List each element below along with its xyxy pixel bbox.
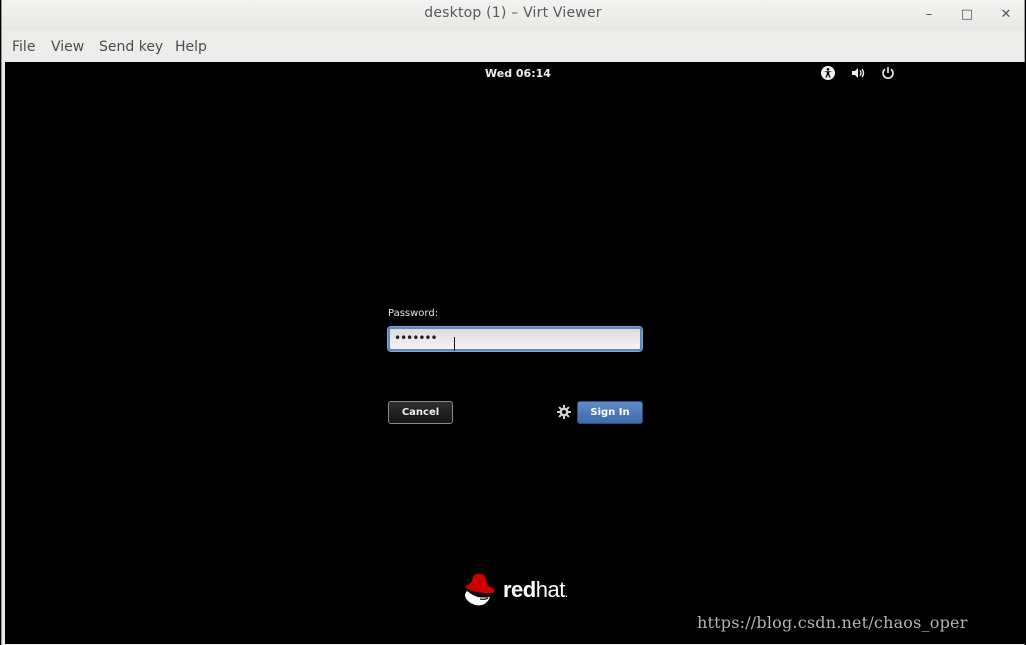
password-label: Password: bbox=[388, 308, 439, 319]
gear-icon[interactable] bbox=[556, 404, 572, 420]
maximize-button[interactable]: □ bbox=[957, 5, 977, 25]
menu-send-key[interactable]: Send key bbox=[99, 39, 163, 55]
redhat-logo: redhat. bbox=[460, 572, 600, 612]
menu-bar: File View Send key Help bbox=[2, 35, 1024, 61]
close-button[interactable]: ✕ bbox=[996, 5, 1016, 25]
shadowman-icon bbox=[465, 573, 495, 606]
watermark-url: https://blog.csdn.net/chaos_oper bbox=[697, 613, 968, 632]
cancel-button[interactable]: Cancel bbox=[388, 401, 453, 424]
accessibility-icon[interactable] bbox=[820, 65, 836, 81]
guest-display[interactable]: Wed 06:14 Password: ••••••• Cancel Sign … bbox=[5, 62, 1026, 644]
title-bar[interactable]: desktop (1) – Virt Viewer – □ ✕ bbox=[2, 0, 1024, 30]
minimize-button[interactable]: – bbox=[919, 5, 939, 25]
password-value: ••••••• bbox=[394, 331, 438, 345]
virt-viewer-window: desktop (1) – Virt Viewer – □ ✕ File Vie… bbox=[1, 0, 1026, 645]
power-icon[interactable] bbox=[880, 65, 896, 81]
sign-in-button[interactable]: Sign In bbox=[577, 401, 643, 424]
volume-icon[interactable] bbox=[850, 65, 866, 81]
window-title: desktop (1) – Virt Viewer bbox=[424, 5, 602, 21]
menu-view[interactable]: View bbox=[51, 39, 84, 55]
logo-wordmark: redhat. bbox=[503, 577, 568, 602]
menu-help[interactable]: Help bbox=[175, 39, 207, 55]
password-field[interactable]: ••••••• bbox=[388, 327, 642, 351]
menu-file[interactable]: File bbox=[12, 39, 35, 55]
clock[interactable]: Wed 06:14 bbox=[485, 67, 551, 80]
text-caret bbox=[452, 333, 455, 352]
